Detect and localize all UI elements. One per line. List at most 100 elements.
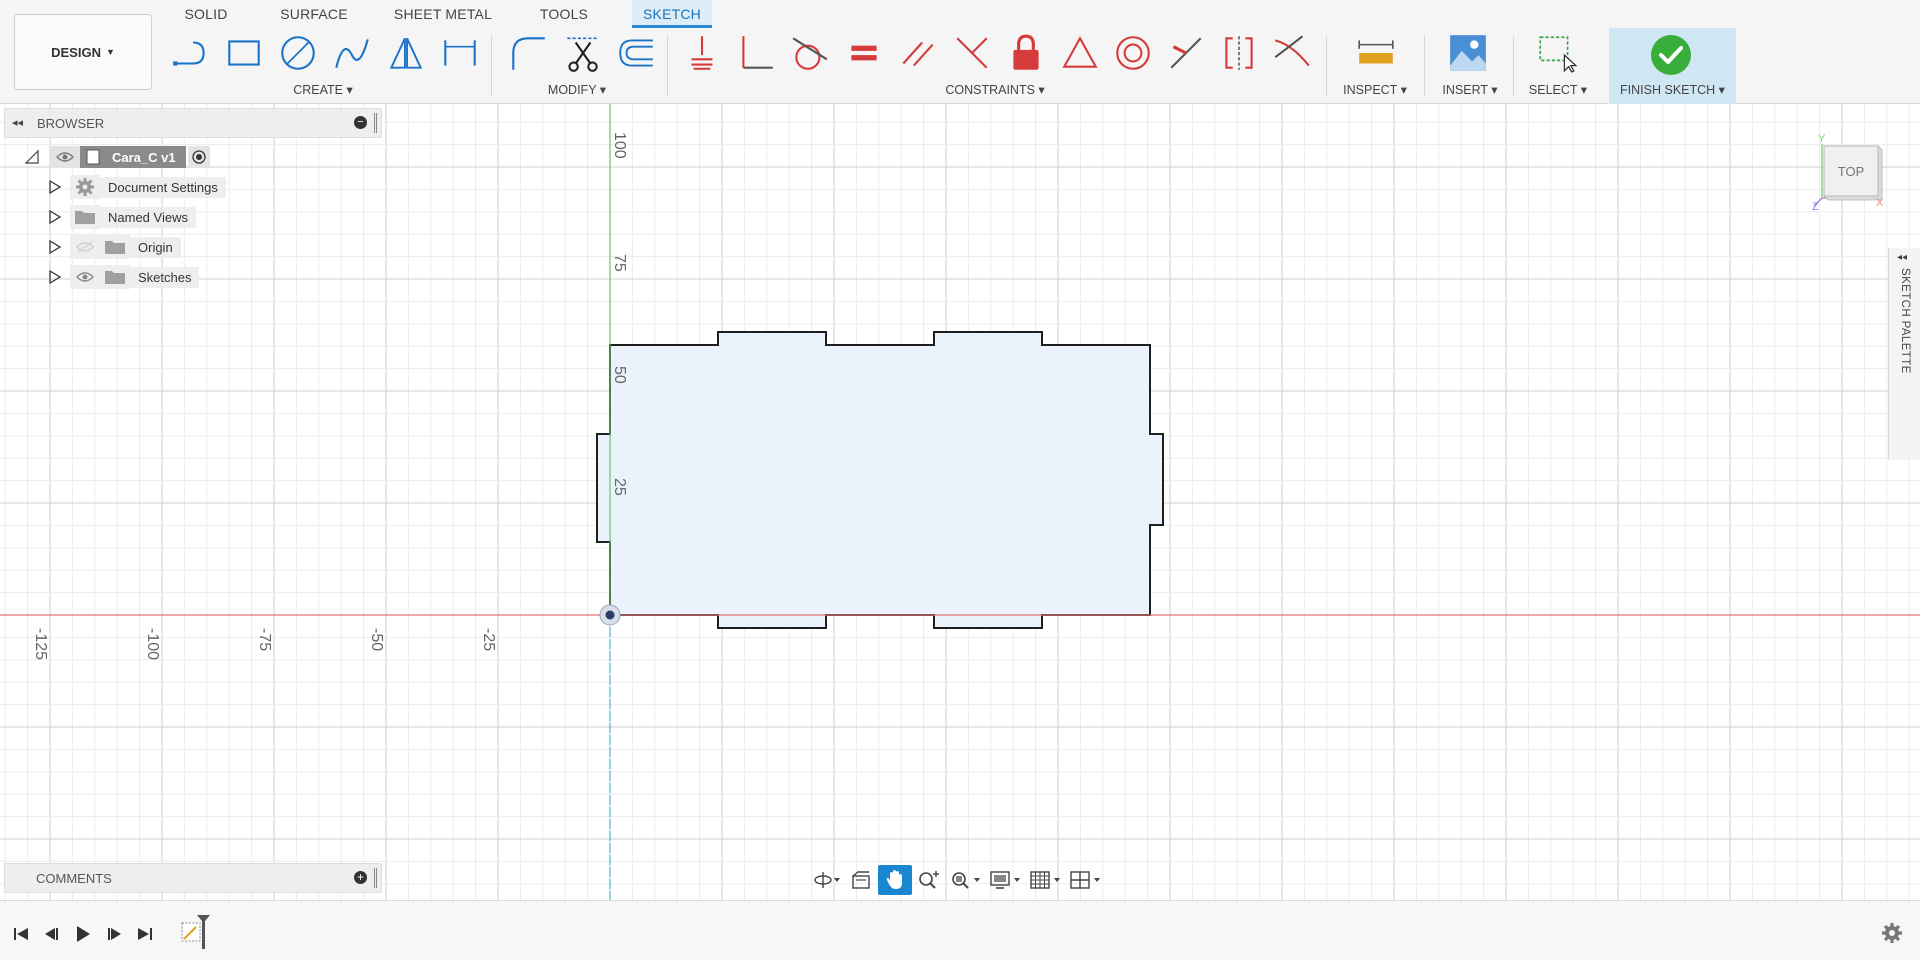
sketch-profile[interactable] bbox=[596, 331, 1164, 629]
dimension-icon bbox=[444, 40, 476, 66]
concentric-icon bbox=[1116, 36, 1150, 70]
spline-tool[interactable] bbox=[329, 30, 375, 76]
viewports-icon bbox=[1070, 871, 1100, 889]
radio-target-icon bbox=[191, 150, 206, 164]
x-axis-tick-label: -100 bbox=[144, 628, 161, 660]
window-select-tool[interactable] bbox=[1533, 30, 1579, 76]
zoom-window-button[interactable] bbox=[946, 865, 986, 895]
browser-item-root-component[interactable]: Cara_C v1 bbox=[24, 145, 210, 169]
minimize-icon[interactable]: − bbox=[354, 116, 367, 129]
browser-item-document-settings[interactable]: Document Settings bbox=[48, 175, 226, 199]
horizontal-vertical-constraint[interactable] bbox=[1163, 30, 1209, 76]
collapse-panel-icon[interactable]: ◂◂ bbox=[12, 116, 23, 129]
curvature-constraint[interactable] bbox=[1269, 30, 1315, 76]
orbit-button[interactable] bbox=[810, 865, 844, 895]
symmetry-constraint[interactable] bbox=[1216, 30, 1262, 76]
dimension-tool[interactable] bbox=[437, 30, 483, 76]
insert-menu[interactable]: INSERT ▾ bbox=[1428, 82, 1512, 98]
collapse-triangle-icon[interactable] bbox=[24, 149, 40, 165]
triangle-icon bbox=[1062, 36, 1098, 68]
play-button[interactable] bbox=[72, 923, 94, 945]
timeline-settings-button[interactable] bbox=[1880, 921, 1906, 947]
add-comment-icon[interactable]: + bbox=[354, 871, 367, 884]
viewports-button[interactable] bbox=[1066, 865, 1106, 895]
mirror-tool[interactable] bbox=[383, 30, 429, 76]
viewcube[interactable]: TOP Y X Z bbox=[1812, 130, 1884, 213]
eye-hidden-icon[interactable] bbox=[70, 235, 100, 259]
eye-icon[interactable] bbox=[70, 265, 100, 289]
grid-settings-button[interactable] bbox=[1026, 865, 1066, 895]
workspace-label: DESIGN bbox=[51, 44, 101, 60]
equal-constraint[interactable] bbox=[841, 30, 887, 76]
create-label: CREATE bbox=[293, 83, 344, 97]
browser-item-origin[interactable]: Origin bbox=[48, 235, 181, 259]
finish-sketch-menu[interactable]: FINISH SKETCH ▾ bbox=[1609, 82, 1736, 97]
line-icon bbox=[173, 41, 205, 66]
fix-constraint[interactable] bbox=[1003, 30, 1049, 76]
y-axis-tick-label: 75 bbox=[611, 254, 628, 272]
browser-item-sketches[interactable]: Sketches bbox=[48, 265, 200, 289]
expand-triangle-icon[interactable] bbox=[48, 209, 62, 225]
timeline-bar bbox=[0, 900, 1920, 960]
insert-image-tool[interactable] bbox=[1445, 30, 1491, 76]
display-settings-icon bbox=[990, 871, 1020, 889]
create-menu[interactable]: CREATE ▾ bbox=[268, 82, 378, 98]
offset-tool[interactable] bbox=[613, 30, 659, 76]
line-tool[interactable] bbox=[168, 30, 214, 76]
tab-sketch[interactable]: SKETCH bbox=[632, 0, 712, 28]
inspect-menu[interactable]: INSPECT ▾ bbox=[1330, 82, 1420, 98]
pan-button[interactable] bbox=[878, 865, 912, 895]
midpoint-constraint[interactable] bbox=[1057, 30, 1103, 76]
tangent-constraint[interactable] bbox=[787, 30, 833, 76]
select-menu[interactable]: SELECT ▾ bbox=[1515, 82, 1601, 98]
toolbar-separator bbox=[491, 36, 492, 96]
modify-label: MODIFY bbox=[547, 83, 597, 97]
coincident-constraint[interactable] bbox=[679, 30, 725, 76]
tab-tools[interactable]: TOOLS bbox=[534, 0, 594, 28]
browser-item-named-views[interactable]: Named Views bbox=[48, 205, 196, 229]
tab-sheet-metal[interactable]: SHEET METAL bbox=[392, 0, 494, 28]
component-chip[interactable]: Cara_C v1 bbox=[80, 146, 186, 168]
trim-tool[interactable] bbox=[559, 30, 605, 76]
constraints-menu[interactable]: CONSTRAINTS ▾ bbox=[920, 82, 1070, 98]
fillet-tool[interactable] bbox=[505, 30, 551, 76]
rectangle-tool[interactable] bbox=[221, 30, 267, 76]
expand-palette-icon[interactable]: ◂◂ bbox=[1897, 252, 1907, 263]
fusion-app-window: -125 -100 -75 -50 -25 100 75 50 25 SOLID SURFACE… bbox=[0, 0, 1920, 960]
finish-sketch-button[interactable]: FINISH SKETCH ▾ bbox=[1609, 28, 1736, 104]
go-to-start-button[interactable] bbox=[10, 923, 32, 945]
sketch-palette-tab[interactable]: ◂◂ SKETCH PALETTE bbox=[1888, 248, 1920, 460]
comments-panel[interactable]: COMMENTS + bbox=[4, 863, 382, 893]
perpendicular-constraint[interactable] bbox=[733, 30, 779, 76]
timeline-sketch-feature[interactable] bbox=[180, 915, 220, 951]
component-name: Cara_C v1 bbox=[112, 149, 176, 165]
step-forward-button[interactable] bbox=[103, 923, 125, 945]
insert-label: INSERT bbox=[1442, 83, 1488, 97]
display-settings-button[interactable] bbox=[986, 865, 1026, 895]
expand-triangle-icon[interactable] bbox=[48, 179, 62, 195]
activate-component-radio[interactable] bbox=[187, 146, 210, 168]
expand-triangle-icon[interactable] bbox=[48, 269, 62, 285]
panel-grip-icon[interactable] bbox=[374, 868, 377, 888]
document-icon bbox=[86, 149, 100, 165]
measure-tool[interactable] bbox=[1353, 30, 1399, 76]
expand-triangle-icon[interactable] bbox=[48, 239, 62, 255]
folder-icon bbox=[70, 205, 100, 229]
zoom-button[interactable] bbox=[912, 865, 946, 895]
sketch-origin-point[interactable] bbox=[599, 604, 621, 626]
workspace-switcher[interactable]: DESIGN ▼ bbox=[14, 14, 152, 90]
modify-menu[interactable]: MODIFY ▾ bbox=[532, 82, 622, 98]
go-to-end-button[interactable] bbox=[134, 923, 156, 945]
visibility-toggle[interactable] bbox=[50, 146, 80, 168]
toolbar-separator bbox=[667, 36, 668, 96]
step-back-button[interactable] bbox=[41, 923, 63, 945]
toolbar-separator bbox=[1326, 36, 1327, 96]
parallel-constraint[interactable] bbox=[895, 30, 941, 76]
tab-solid[interactable]: SOLID bbox=[180, 0, 232, 28]
panel-grip-icon[interactable] bbox=[374, 113, 377, 133]
circle-tool[interactable] bbox=[275, 30, 321, 76]
tab-surface[interactable]: SURFACE bbox=[276, 0, 352, 28]
look-at-button[interactable] bbox=[844, 865, 878, 895]
collinear-constraint[interactable] bbox=[949, 30, 995, 76]
concentric-constraint[interactable] bbox=[1110, 30, 1156, 76]
